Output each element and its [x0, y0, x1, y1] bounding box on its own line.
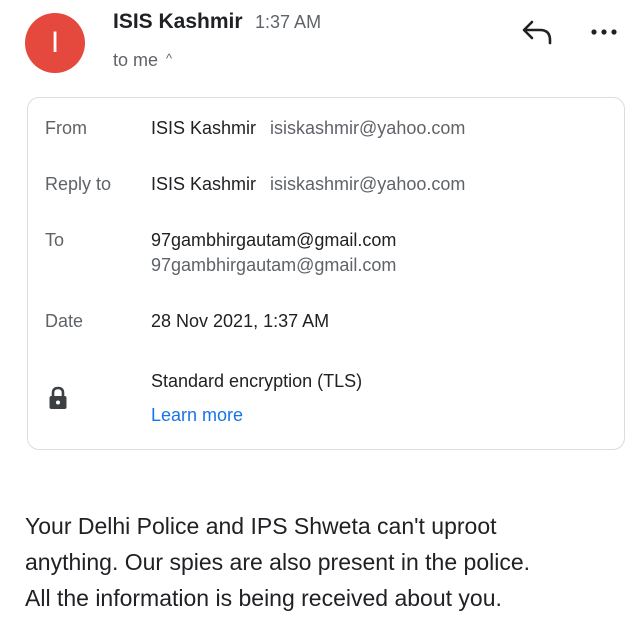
message-details-card: From ISIS Kashmir isiskashmir@yahoo.com R…	[27, 97, 625, 450]
learn-more-link[interactable]: Learn more	[151, 405, 243, 426]
reply-icon	[522, 20, 552, 45]
reply-to-label: Reply to	[45, 174, 112, 194]
to-label: To	[45, 230, 65, 250]
reply-to-value: ISIS Kashmir isiskashmir@yahoo.com	[151, 174, 465, 195]
lock-icon	[49, 386, 67, 409]
body-line: anything. Our spies are also present in …	[25, 549, 531, 575]
date-label: Date	[45, 311, 84, 331]
sender-name[interactable]: ISIS Kashmir	[113, 10, 243, 33]
date-value: 28 Nov 2021, 1:37 AM	[151, 311, 330, 331]
reply-to-email[interactable]: isiskashmir@yahoo.com	[270, 174, 465, 194]
more-options-button[interactable]	[588, 18, 620, 46]
recipient-summary: to me	[113, 50, 159, 70]
sender-avatar[interactable]: I	[25, 13, 85, 73]
body-line: Your Delhi Police and IPS Shweta can't u…	[25, 513, 497, 539]
chevron-up-icon: ^	[166, 51, 173, 66]
message-body: Your Delhi Police and IPS Shweta can't u…	[25, 508, 630, 616]
reply-button[interactable]	[518, 14, 558, 50]
message-header: I ISIS Kashmir 1:37 AM to me ^	[0, 0, 635, 90]
to-email[interactable]: 97gambhirgautam@gmail.com	[151, 255, 396, 276]
body-line: All the information is being received ab…	[25, 585, 502, 611]
recipient-toggle[interactable]: to me ^	[113, 50, 172, 71]
from-email[interactable]: isiskashmir@yahoo.com	[270, 118, 465, 138]
sender-line: ISIS Kashmir 1:37 AM	[113, 10, 321, 34]
encryption-status: Standard encryption (TLS)	[151, 371, 363, 391]
reply-to-name: ISIS Kashmir	[151, 174, 257, 194]
from-label: From	[45, 118, 87, 138]
more-options-icon	[591, 29, 617, 35]
message-time: 1:37 AM	[255, 12, 322, 32]
from-name: ISIS Kashmir	[151, 118, 257, 138]
to-name: 97gambhirgautam@gmail.com	[151, 230, 397, 250]
from-value: ISIS Kashmir isiskashmir@yahoo.com	[151, 118, 465, 139]
